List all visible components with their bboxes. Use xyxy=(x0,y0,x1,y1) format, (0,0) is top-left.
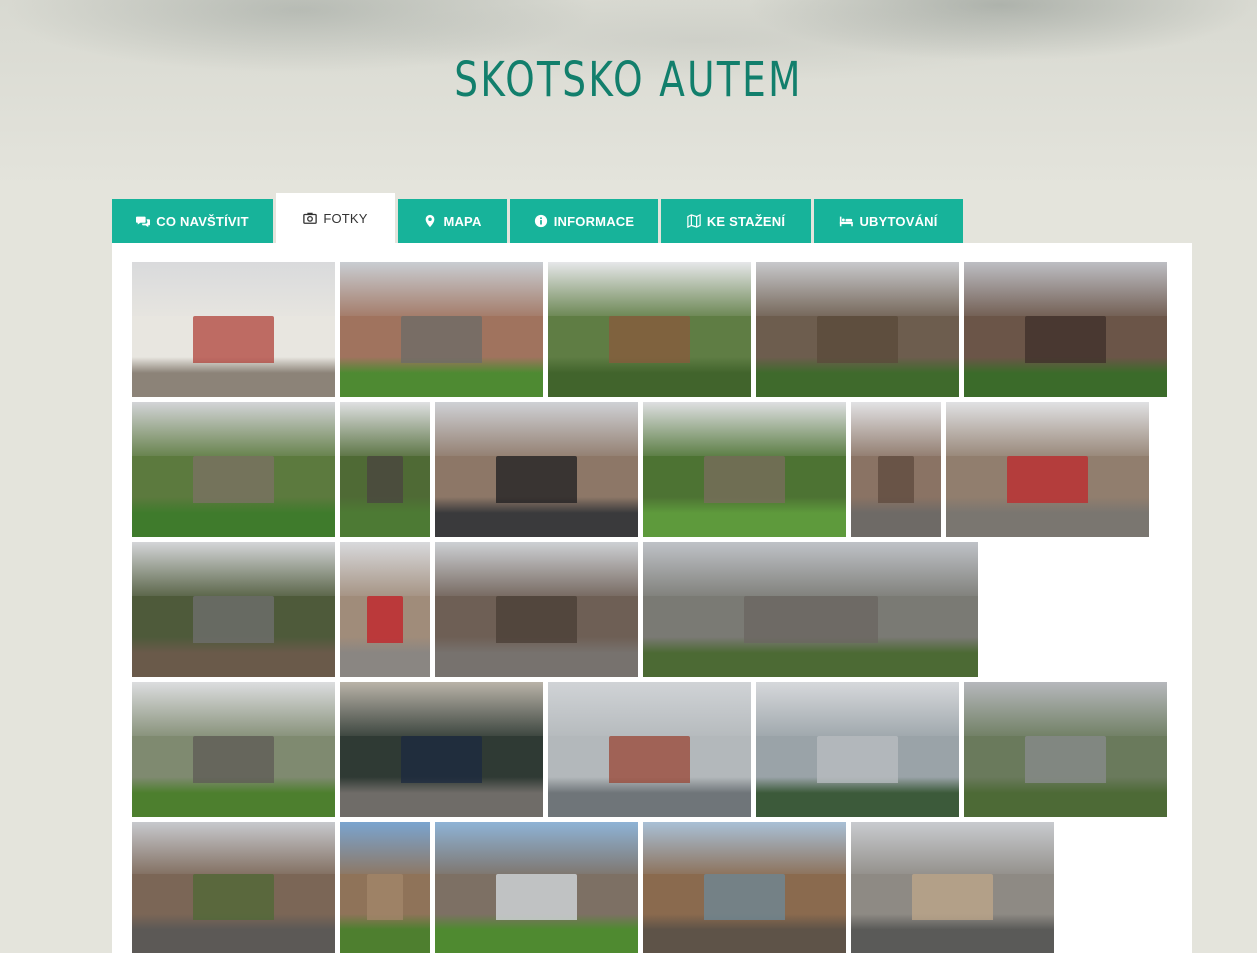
photo-sky xyxy=(964,262,1167,323)
photo-sky xyxy=(132,682,335,743)
map-icon xyxy=(687,214,701,228)
photo-silhouette xyxy=(608,736,691,784)
gallery-photo[interactable] xyxy=(851,402,941,537)
photo-silhouette xyxy=(367,456,403,504)
tab-label: UBYTOVÁNÍ xyxy=(859,213,938,229)
photo-sky xyxy=(340,542,430,603)
gallery-photo[interactable] xyxy=(756,682,959,817)
photo-sky xyxy=(132,542,335,603)
gallery-photo[interactable] xyxy=(548,262,751,397)
gallery-photo[interactable] xyxy=(964,682,1167,817)
page-title: SKOTSKO AUTEM xyxy=(454,52,803,108)
photo-sky xyxy=(643,822,846,881)
tab-label: CO NAVŠTÍVIT xyxy=(156,213,249,229)
tab-mapa[interactable]: MAPA xyxy=(398,199,507,243)
gallery-photo[interactable] xyxy=(643,822,846,953)
tab-fotky[interactable]: FOTKY xyxy=(276,193,395,243)
photo-sky xyxy=(851,822,1054,881)
gallery-photo[interactable] xyxy=(340,402,430,537)
photo-silhouette xyxy=(192,736,275,784)
photo-sky xyxy=(946,402,1149,463)
photo-silhouette xyxy=(495,456,578,504)
photo-sky xyxy=(756,682,959,743)
photo-sky xyxy=(132,402,335,463)
photo-silhouette xyxy=(878,456,914,504)
photo-silhouette xyxy=(816,316,899,364)
photo-sky xyxy=(643,542,978,603)
gallery-photo[interactable] xyxy=(340,542,430,677)
tab-label: KE STAŽENÍ xyxy=(706,213,786,229)
gallery-photo[interactable] xyxy=(132,682,335,817)
photo-sky xyxy=(964,682,1167,743)
photo-silhouette xyxy=(495,596,578,644)
photo-silhouette xyxy=(608,316,691,364)
photo-silhouette xyxy=(192,456,275,504)
photo-sky xyxy=(548,262,751,323)
info-circle-icon xyxy=(534,214,548,228)
photo-sky xyxy=(548,682,751,743)
photo-sky xyxy=(340,682,543,743)
photo-sky xyxy=(435,402,638,463)
gallery-photo[interactable] xyxy=(132,402,335,537)
tab-ke-stazeni[interactable]: KE STAŽENÍ xyxy=(661,199,811,243)
photo-silhouette xyxy=(367,596,403,644)
gallery-photo[interactable] xyxy=(643,402,846,537)
photo-silhouette xyxy=(495,874,578,921)
photo-silhouette xyxy=(400,736,483,784)
photo-sky xyxy=(132,822,335,881)
photo-silhouette xyxy=(743,596,878,644)
comments-icon xyxy=(136,214,151,228)
photo-silhouette xyxy=(192,316,275,364)
photo-silhouette xyxy=(192,874,275,921)
tab-co-navstivit[interactable]: CO NAVŠTÍVIT xyxy=(112,199,273,243)
gallery-photo[interactable] xyxy=(132,262,335,397)
tab-label: MAPA xyxy=(443,213,482,229)
photo-silhouette xyxy=(911,874,994,921)
photo-silhouette xyxy=(816,736,899,784)
photo-silhouette xyxy=(1024,316,1107,364)
photo-sky xyxy=(340,402,430,463)
gallery-photo[interactable] xyxy=(946,402,1149,537)
photo-sky xyxy=(435,542,638,603)
gallery-photo[interactable] xyxy=(964,262,1167,397)
gallery-photo[interactable] xyxy=(851,822,1054,953)
photo-sky xyxy=(132,262,335,323)
photo-silhouette xyxy=(367,874,403,921)
gallery-photo[interactable] xyxy=(340,822,430,953)
tab-label: INFORMACE xyxy=(553,213,635,229)
camera-icon xyxy=(303,211,318,225)
gallery-photo[interactable] xyxy=(340,262,543,397)
tab-label: FOTKY xyxy=(323,210,368,226)
tab-informace[interactable]: INFORMACE xyxy=(510,199,658,243)
bed-icon xyxy=(839,214,854,228)
photo-sky xyxy=(643,402,846,463)
gallery-photo[interactable] xyxy=(643,542,978,677)
photo-silhouette xyxy=(703,456,786,504)
gallery-photo[interactable] xyxy=(435,822,638,953)
photo-silhouette xyxy=(1024,736,1107,784)
gallery-photo[interactable] xyxy=(435,402,638,537)
photo-silhouette xyxy=(400,316,483,364)
photo-sky xyxy=(340,822,430,881)
gallery-photo[interactable] xyxy=(756,262,959,397)
photo-silhouette xyxy=(1006,456,1089,504)
photo-sky xyxy=(435,822,638,881)
map-marker-icon xyxy=(423,214,437,228)
gallery-photo[interactable] xyxy=(435,542,638,677)
photo-sky xyxy=(340,262,543,323)
photo-sky xyxy=(851,402,941,463)
gallery-photo[interactable] xyxy=(548,682,751,817)
gallery-photo[interactable] xyxy=(340,682,543,817)
photo-sky xyxy=(756,262,959,323)
gallery-photo[interactable] xyxy=(132,542,335,677)
photo-silhouette xyxy=(192,596,275,644)
gallery-photo[interactable] xyxy=(132,822,335,953)
photo-silhouette xyxy=(703,874,786,921)
tab-ubytovani[interactable]: UBYTOVÁNÍ xyxy=(814,199,963,243)
